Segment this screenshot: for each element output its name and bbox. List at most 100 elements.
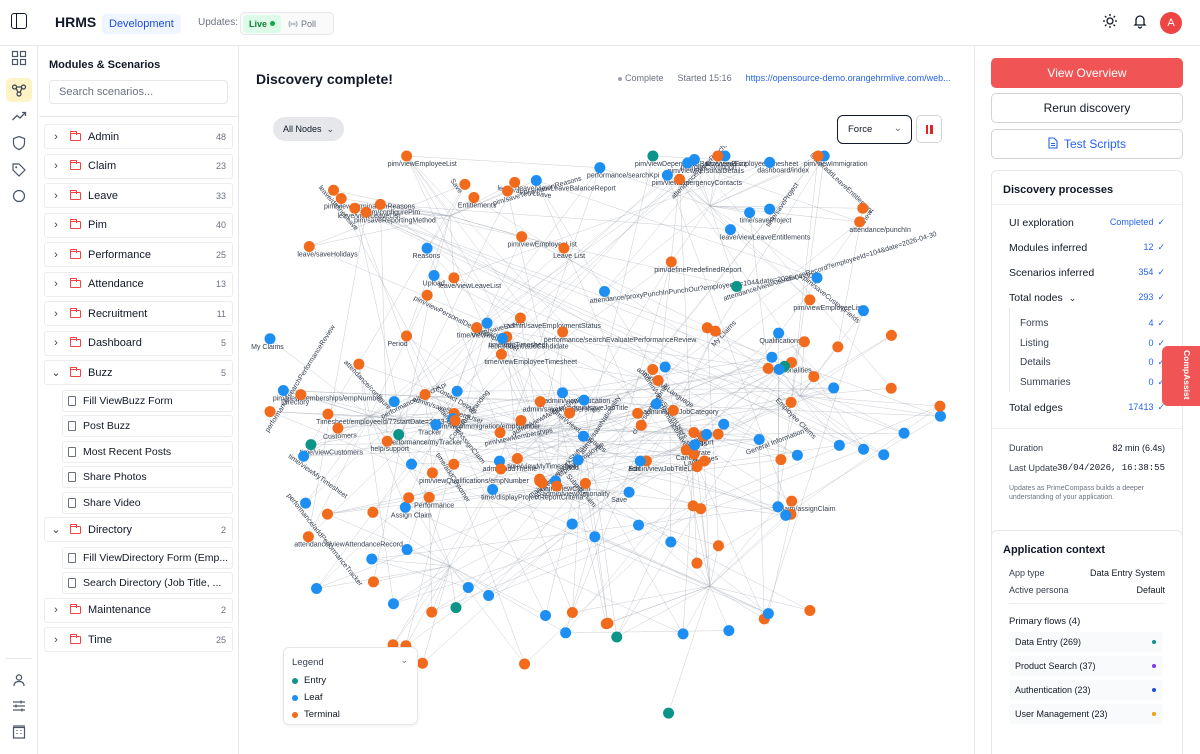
graph-node[interactable] (530, 174, 542, 186)
graph-node[interactable] (833, 439, 845, 451)
flow-item[interactable]: Data Entry (269) (1009, 632, 1163, 652)
graph-node[interactable] (367, 506, 379, 518)
rerun-discovery-button[interactable]: Rerun discovery (991, 93, 1183, 123)
module-item-performance[interactable]: › Performance 25 (44, 242, 233, 267)
graph-node[interactable] (366, 553, 378, 565)
graph-node[interactable] (560, 627, 572, 639)
graph-node[interactable] (471, 322, 483, 334)
scenario-item[interactable]: Most Recent Posts (62, 440, 233, 463)
graph-node[interactable] (808, 371, 820, 383)
graph-node[interactable] (564, 407, 576, 419)
scenario-item[interactable]: Post Buzz (62, 415, 233, 437)
graph-node[interactable] (302, 531, 314, 543)
graph-node[interactable] (878, 449, 890, 461)
graph-node[interactable] (403, 492, 415, 504)
graph-node[interactable] (509, 176, 521, 188)
graph-node[interactable] (663, 707, 675, 719)
flow-item[interactable]: Authentication (23) (1009, 680, 1163, 700)
graph-node[interactable] (566, 518, 578, 530)
graph-node[interactable] (295, 389, 307, 401)
graph-node[interactable] (303, 241, 315, 253)
rail-circle-button[interactable] (6, 184, 32, 208)
user-avatar[interactable]: A (1160, 12, 1182, 34)
module-item-time[interactable]: › Time 25 (44, 627, 233, 652)
scenario-item[interactable]: Search Directory (Job Title, ... (62, 572, 233, 594)
module-item-leave[interactable]: › Leave 33 (44, 183, 233, 208)
graph-node[interactable] (764, 156, 776, 168)
graph-node[interactable] (885, 382, 897, 394)
graph-node[interactable] (701, 428, 713, 440)
graph-node[interactable] (718, 418, 730, 430)
graph-node[interactable] (374, 198, 386, 210)
graph-node[interactable] (557, 387, 569, 399)
scenario-search-input[interactable] (49, 80, 228, 104)
graph-node[interactable] (659, 361, 671, 373)
graph-node[interactable] (791, 449, 803, 461)
graph-node[interactable] (635, 419, 647, 431)
graph-node[interactable] (558, 242, 570, 254)
graph-node[interactable] (623, 486, 635, 498)
rail-security-button[interactable] (6, 131, 32, 155)
graph-node[interactable] (448, 458, 460, 470)
graph-node[interactable] (766, 351, 778, 363)
graph-node[interactable] (812, 150, 824, 162)
graph-node[interactable] (401, 544, 413, 556)
graph-node[interactable] (487, 484, 499, 496)
rail-profile-button[interactable] (6, 668, 32, 692)
compassist-tab[interactable]: CompAssist (1162, 346, 1200, 406)
graph-node[interactable] (712, 150, 724, 162)
notification-bell-icon[interactable] (1132, 13, 1148, 29)
graph-node[interactable] (423, 491, 435, 503)
graph-node[interactable] (557, 326, 569, 338)
graph-node[interactable] (332, 422, 344, 434)
graph-node[interactable] (611, 631, 623, 643)
graph-node[interactable] (764, 203, 776, 215)
graph-node[interactable] (496, 332, 508, 344)
graph-node[interactable] (674, 173, 686, 185)
graph-node[interactable] (264, 406, 276, 418)
graph-node[interactable] (753, 434, 765, 446)
graph-node[interactable] (494, 427, 506, 439)
graph-node[interactable] (775, 454, 787, 466)
graph-node[interactable] (406, 458, 418, 470)
graph-node[interactable] (602, 617, 614, 629)
graph-node[interactable] (691, 557, 703, 569)
module-item-directory[interactable]: ⌄ Directory 2 (44, 517, 233, 542)
module-item-dashboard[interactable]: › Dashboard 5 (44, 330, 233, 356)
graph-node[interactable] (328, 184, 340, 196)
graph-node[interactable] (898, 427, 910, 439)
graph-node[interactable] (647, 150, 659, 162)
graph-node[interactable] (785, 396, 797, 408)
graph-node[interactable] (885, 329, 897, 341)
graph-node[interactable] (712, 428, 724, 440)
graph-node[interactable] (495, 348, 507, 360)
graph-node[interactable] (367, 576, 379, 588)
graph-node[interactable] (724, 224, 736, 236)
sidebar-toggle-icon[interactable] (11, 13, 27, 29)
graph-node[interactable] (300, 497, 312, 509)
module-item-attendance[interactable]: › Attendance 13 (44, 271, 233, 297)
pause-simulation-button[interactable] (916, 115, 942, 143)
view-overview-button[interactable]: View Overview (991, 58, 1183, 88)
graph-node[interactable] (854, 216, 866, 228)
graph-node[interactable] (857, 305, 869, 317)
graph-node[interactable] (712, 540, 724, 552)
graph-node[interactable] (353, 358, 365, 370)
graph-node[interactable] (650, 398, 662, 410)
scenario-item[interactable]: Share Video (62, 491, 233, 514)
rail-trends-button[interactable] (6, 104, 32, 128)
graph-node[interactable] (450, 602, 462, 614)
chevron-down-icon[interactable]: ⌄ (400, 655, 408, 666)
graph-node[interactable] (744, 207, 756, 219)
graph-node[interactable] (780, 509, 792, 521)
graph-node[interactable] (858, 443, 870, 455)
graph-node[interactable] (399, 501, 411, 513)
module-item-claim[interactable]: › Claim 23 (44, 153, 233, 179)
graph-node[interactable] (421, 289, 433, 301)
graph-node[interactable] (934, 410, 946, 422)
module-item-maintenance[interactable]: › Maintenance 2 (44, 597, 233, 623)
graph-node[interactable] (426, 606, 438, 618)
graph-node[interactable] (519, 658, 531, 670)
graph-node[interactable] (305, 439, 317, 451)
graph-node[interactable] (731, 280, 743, 292)
